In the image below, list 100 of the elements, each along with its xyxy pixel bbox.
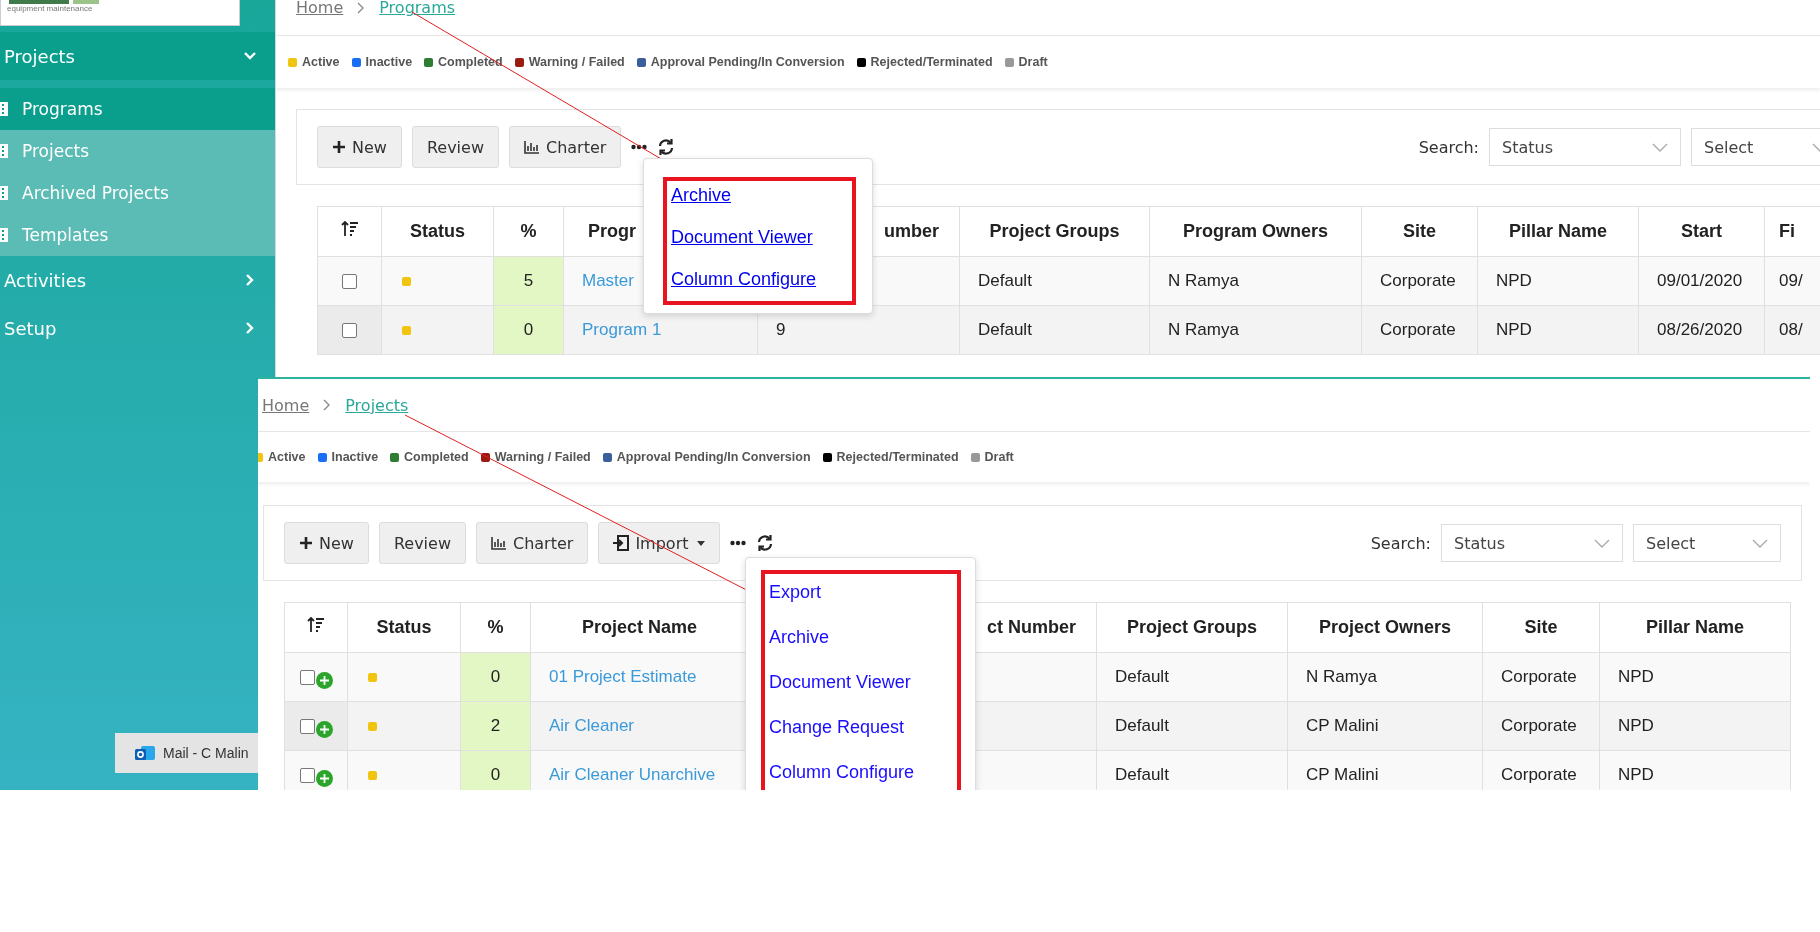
logo-caption: equipment maintenance bbox=[7, 4, 94, 14]
table-cell: CP Malini bbox=[1287, 750, 1483, 790]
search-label: Search: bbox=[1418, 137, 1479, 157]
refresh-icon[interactable] bbox=[657, 138, 676, 156]
caret-icon bbox=[696, 540, 705, 546]
chevron-down-icon bbox=[1652, 142, 1668, 152]
table-cell: Default bbox=[1096, 652, 1288, 702]
column-header: Status bbox=[381, 206, 494, 257]
legend-label: Approval Pending/In Conversion bbox=[650, 55, 845, 69]
table-cell: 0 bbox=[493, 305, 564, 355]
table-cell: NPD bbox=[1599, 750, 1791, 790]
column-header: % bbox=[460, 602, 531, 653]
legend-label: Inactive bbox=[331, 450, 379, 464]
legend-label: Rejected/Terminated bbox=[870, 55, 993, 69]
legend-label: Draft bbox=[984, 450, 1014, 464]
table-cell: Default bbox=[1096, 750, 1288, 790]
legend-label: Active bbox=[268, 450, 306, 464]
expand-icon[interactable] bbox=[315, 720, 333, 738]
table-cell: 09/ bbox=[1764, 256, 1820, 306]
table-cell: 2 bbox=[460, 701, 531, 751]
breadcrumb-link[interactable]: Home bbox=[296, 0, 344, 17]
table-cell: Default bbox=[959, 305, 1150, 355]
table-cell: Corporate bbox=[1361, 256, 1478, 306]
chevron-right-icon bbox=[323, 399, 332, 411]
table-cell: NPD bbox=[1599, 701, 1791, 751]
row-checkbox[interactable] bbox=[299, 767, 315, 783]
column-header: Pillar Name bbox=[1477, 206, 1639, 257]
table-cell: N Ramya bbox=[1149, 256, 1362, 306]
chevron-right-icon bbox=[357, 1, 366, 14]
review-button[interactable]: Review bbox=[411, 126, 499, 168]
expand-icon[interactable] bbox=[315, 769, 333, 787]
building-icon bbox=[0, 186, 8, 200]
legend-label: Completed bbox=[438, 55, 503, 69]
table-cell: Corporate bbox=[1482, 701, 1600, 751]
chart-icon bbox=[491, 536, 507, 550]
table-cell: Corporate bbox=[1482, 750, 1600, 790]
column-header: Program Owners bbox=[1149, 206, 1362, 257]
row-checkbox[interactable] bbox=[299, 669, 315, 685]
sort-icon[interactable] bbox=[307, 616, 325, 634]
table-cell: 0 bbox=[460, 750, 531, 790]
column-header: % bbox=[493, 206, 564, 257]
row-checkbox[interactable] bbox=[342, 273, 357, 289]
new-button[interactable]: New bbox=[317, 126, 402, 168]
table-cell: N Ramya bbox=[1287, 652, 1483, 702]
legend-label: Warning / Failed bbox=[494, 450, 591, 464]
building-icon bbox=[0, 228, 8, 242]
menu-item[interactable]: Archive bbox=[769, 623, 957, 651]
column-header: Start bbox=[1638, 206, 1765, 257]
charter-button[interactable]: Charter bbox=[509, 126, 622, 168]
legend-label: Active bbox=[302, 55, 340, 69]
breadcrumb-link[interactable]: Home bbox=[262, 395, 310, 415]
column-header: Project Owners bbox=[1287, 602, 1483, 653]
chevron-down-icon bbox=[1594, 538, 1610, 548]
building-icon bbox=[0, 144, 8, 158]
legend-label: Completed bbox=[404, 450, 469, 464]
refresh-icon[interactable] bbox=[755, 534, 774, 552]
column-header: Project Groups bbox=[1096, 602, 1288, 653]
table-cell: Corporate bbox=[1361, 305, 1478, 355]
table-cell: 5 bbox=[493, 256, 564, 306]
menu-item[interactable]: Column Configure bbox=[671, 267, 852, 292]
taskbar-item[interactable]: Mail - C Malin bbox=[115, 733, 258, 773]
table-cell: Default bbox=[1096, 701, 1288, 751]
select-field[interactable]: Select bbox=[1691, 128, 1820, 166]
legend-label: Approval Pending/In Conversion bbox=[616, 450, 811, 464]
table-cell: N Ramya bbox=[1149, 305, 1362, 355]
column-header: Project Groups bbox=[959, 206, 1150, 257]
plus-icon bbox=[299, 536, 313, 550]
select-field[interactable]: Select bbox=[1633, 524, 1781, 562]
chart-icon bbox=[524, 140, 540, 154]
table-cell: 08/26/2020 bbox=[1638, 305, 1765, 355]
more-icon[interactable] bbox=[631, 144, 648, 150]
chevron-down-icon bbox=[1752, 538, 1768, 548]
new-button[interactable]: New bbox=[284, 522, 369, 564]
row-checkbox[interactable] bbox=[299, 718, 315, 734]
more-icon[interactable] bbox=[729, 540, 746, 546]
select-field[interactable]: Status bbox=[1441, 524, 1623, 562]
sort-icon[interactable] bbox=[340, 220, 359, 238]
select-field[interactable]: Status bbox=[1489, 128, 1681, 166]
table-cell: Default bbox=[959, 256, 1150, 306]
legend-label: Inactive bbox=[365, 55, 413, 69]
search-label: Search: bbox=[1370, 533, 1431, 553]
table-cell: Corporate bbox=[1482, 652, 1600, 702]
charter-button[interactable]: Charter bbox=[476, 522, 589, 564]
legend-label: Warning / Failed bbox=[528, 55, 625, 69]
table-cell: 0 bbox=[460, 652, 531, 702]
review-button[interactable]: Review bbox=[378, 522, 466, 564]
expand-icon[interactable] bbox=[315, 671, 333, 689]
table-cell: 09/01/2020 bbox=[1638, 256, 1765, 306]
table-cell: 08/ bbox=[1764, 305, 1820, 355]
column-header: Site bbox=[1482, 602, 1600, 653]
column-header: Site bbox=[1361, 206, 1478, 257]
plus-icon bbox=[332, 140, 346, 154]
building-icon bbox=[0, 102, 8, 116]
row-checkbox[interactable] bbox=[342, 322, 357, 338]
column-header: Pillar Name bbox=[1599, 602, 1791, 653]
table-cell: CP Malini bbox=[1287, 701, 1483, 751]
legend-label: Rejected/Terminated bbox=[836, 450, 959, 464]
table-cell: NPD bbox=[1477, 256, 1639, 306]
menu-item[interactable]: Archive bbox=[671, 183, 852, 208]
column-header: Fi bbox=[1764, 206, 1820, 257]
